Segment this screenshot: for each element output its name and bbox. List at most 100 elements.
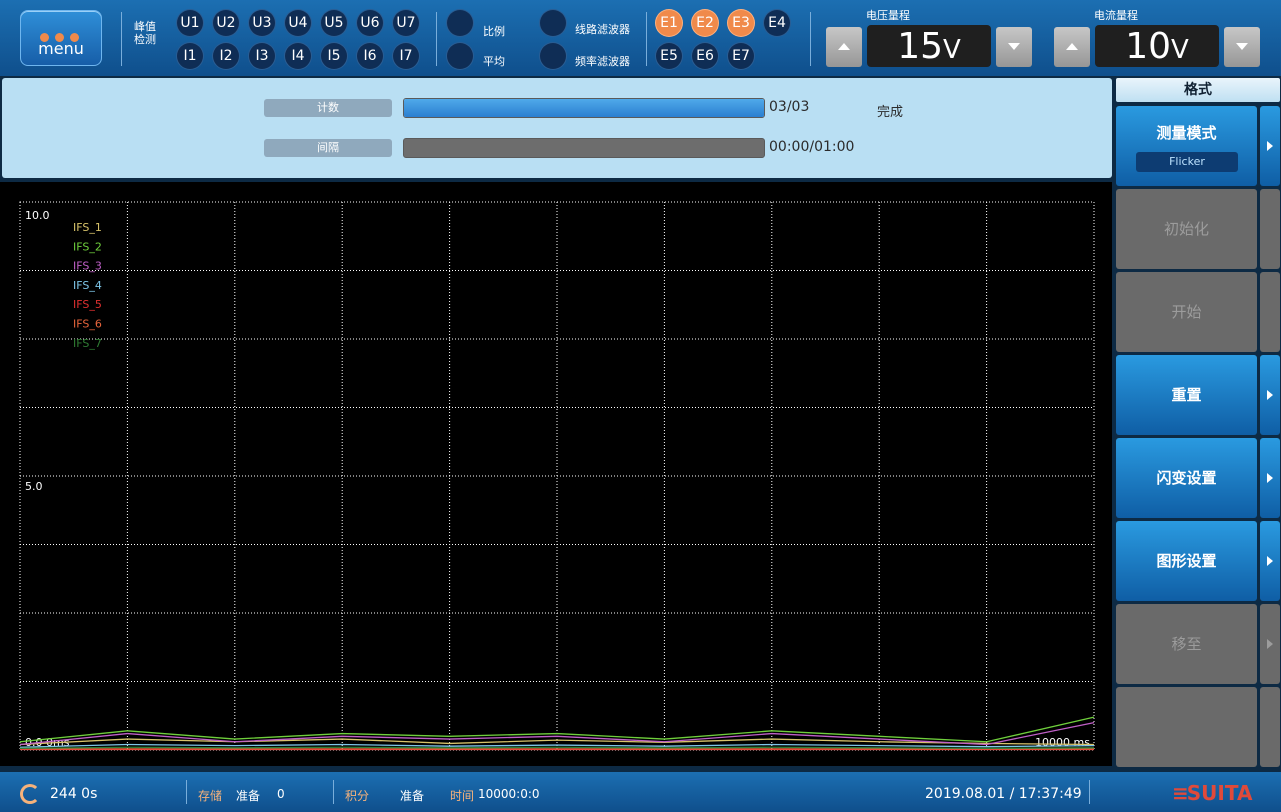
current-up-button[interactable] — [1054, 27, 1090, 67]
element-e1[interactable]: E1 — [656, 10, 682, 36]
line-filter-label: 线路滤波器 — [575, 23, 630, 36]
reset-arrow[interactable] — [1260, 355, 1280, 435]
divider — [121, 12, 122, 66]
integ-label: 积分 — [345, 789, 370, 803]
element-e4[interactable]: E4 — [764, 10, 790, 36]
legend-entry: IFS_3 — [73, 260, 102, 273]
current-down-button[interactable] — [1224, 27, 1260, 67]
chevron-right-icon — [1267, 556, 1273, 566]
integ-state: 准备 — [400, 789, 425, 803]
measure-mode-button[interactable]: 测量模式 Flicker — [1116, 106, 1257, 186]
legend-entry: IFS_4 — [73, 279, 102, 292]
channel-u3[interactable]: U3 — [249, 10, 275, 36]
time-value: 10000:0:0 — [478, 787, 540, 801]
y-tick-label: 10.0 — [25, 209, 50, 222]
reset-button[interactable]: 重置 — [1116, 355, 1257, 435]
measure-mode-value: Flicker — [1136, 152, 1238, 172]
channel-i5[interactable]: I5 — [321, 43, 347, 69]
channel-i2[interactable]: I2 — [213, 43, 239, 69]
element-e5[interactable]: E5 — [656, 43, 682, 69]
average-toggle[interactable] — [447, 43, 473, 69]
ratio-label: 比例 — [483, 25, 505, 38]
channel-i3[interactable]: I3 — [249, 43, 275, 69]
graph-settings-button[interactable]: 图形设置 — [1116, 521, 1257, 601]
sidebar: 格式 测量模式 Flicker 初始化 开始 重置 闪变设置 图形设置 移至 — [1114, 78, 1281, 770]
empty-side — [1260, 687, 1280, 767]
element-e7[interactable]: E7 — [728, 43, 754, 69]
elapsed-time: 244 0s — [50, 786, 98, 802]
store-label: 存储 — [198, 789, 223, 803]
x-tick-label: 10000 ms — [1035, 736, 1090, 749]
flicker-settings-arrow[interactable] — [1260, 438, 1280, 518]
count-progress-fill — [404, 99, 764, 117]
line-filter-toggle[interactable] — [540, 10, 566, 36]
arrow-down-icon — [1008, 43, 1020, 50]
chevron-right-icon — [1267, 473, 1273, 483]
divider — [436, 12, 437, 66]
peak-detect-label: 峰值 检测 — [134, 20, 156, 46]
voltage-up-button[interactable] — [826, 27, 862, 67]
channel-i4[interactable]: I4 — [285, 43, 311, 69]
divider — [1089, 780, 1090, 804]
progress-panel: 计数 03/03 完成 间隔 00:00/01:00 — [2, 78, 1112, 178]
voltage-down-button[interactable] — [996, 27, 1032, 67]
interval-value: 00:00/01:00 — [769, 139, 855, 155]
count-progress-bar — [403, 98, 765, 118]
freq-filter-toggle[interactable] — [540, 43, 566, 69]
time-label: 时间 — [450, 789, 475, 803]
divider — [810, 12, 811, 66]
average-label: 平均 — [483, 55, 505, 68]
datetime: 2019.08.01 / 17:37:49 — [925, 786, 1082, 802]
menu-button[interactable]: menu — [20, 10, 102, 66]
channel-u6[interactable]: U6 — [357, 10, 383, 36]
start-button[interactable]: 开始 — [1116, 272, 1257, 352]
flicker-settings-button[interactable]: 闪变设置 — [1116, 438, 1257, 518]
chevron-right-icon — [1267, 390, 1273, 400]
flicker-chart: 10.05.00.0 0ms 10000 msIFS_1IFS_2IFS_3IFS… — [19, 201, 1095, 751]
voltage-range-title: 电压量程 — [866, 9, 910, 22]
channel-i1[interactable]: I1 — [177, 43, 203, 69]
arrow-up-icon — [1066, 43, 1078, 50]
count-label: 计数 — [264, 99, 392, 117]
menu-label: menu — [38, 39, 84, 58]
arrow-down-icon — [1236, 43, 1248, 50]
channel-i7[interactable]: I7 — [393, 43, 419, 69]
channel-u5[interactable]: U5 — [321, 10, 347, 36]
refresh-icon — [20, 784, 40, 804]
arrow-up-icon — [838, 43, 850, 50]
channel-u4[interactable]: U4 — [285, 10, 311, 36]
chart-area: 10.0 5.0 0.0 0ms 10000 ms IFS_1 IFS_2 IFS_3 IFS… — [0, 182, 1112, 766]
divider — [333, 780, 334, 804]
init-side — [1260, 189, 1280, 269]
current-range-value: 10V — [1095, 25, 1219, 67]
voltage-range-value: 15V — [867, 25, 991, 67]
element-e2[interactable]: E2 — [692, 10, 718, 36]
legend-entry: IFS_6 — [73, 318, 102, 331]
top-bar: menu 峰值 检测 U1 U2 U3 U4 U5 U6 U7 I1 I2 I3 … — [0, 0, 1281, 76]
interval-label: 间隔 — [264, 139, 392, 157]
sidebar-title: 格式 — [1116, 78, 1280, 102]
status-bar: 244 0s 存储 准备 0 积分 准备 时间 10000:0:0 2019.0… — [0, 772, 1281, 812]
move-to-arrow — [1260, 604, 1280, 684]
y-tick-label: 5.0 — [25, 480, 43, 493]
measure-mode-arrow[interactable] — [1260, 106, 1280, 186]
move-to-button[interactable]: 移至 — [1116, 604, 1257, 684]
init-button[interactable]: 初始化 — [1116, 189, 1257, 269]
ratio-toggle[interactable] — [447, 10, 473, 36]
measure-mode-label: 测量模式 — [1156, 124, 1217, 142]
channel-u2[interactable]: U2 — [213, 10, 239, 36]
element-e3[interactable]: E3 — [728, 10, 754, 36]
count-value: 03/03 — [769, 99, 810, 115]
count-status: 完成 — [877, 105, 904, 120]
start-side — [1260, 272, 1280, 352]
channel-u1[interactable]: U1 — [177, 10, 203, 36]
empty-button — [1116, 687, 1257, 767]
element-e6[interactable]: E6 — [692, 43, 718, 69]
interval-progress-bar — [403, 138, 765, 158]
channel-u7[interactable]: U7 — [393, 10, 419, 36]
store-count: 0 — [277, 787, 285, 801]
graph-settings-arrow[interactable] — [1260, 521, 1280, 601]
legend-entry: IFS_7 — [73, 337, 102, 350]
channel-i6[interactable]: I6 — [357, 43, 383, 69]
chevron-right-icon — [1267, 141, 1273, 151]
